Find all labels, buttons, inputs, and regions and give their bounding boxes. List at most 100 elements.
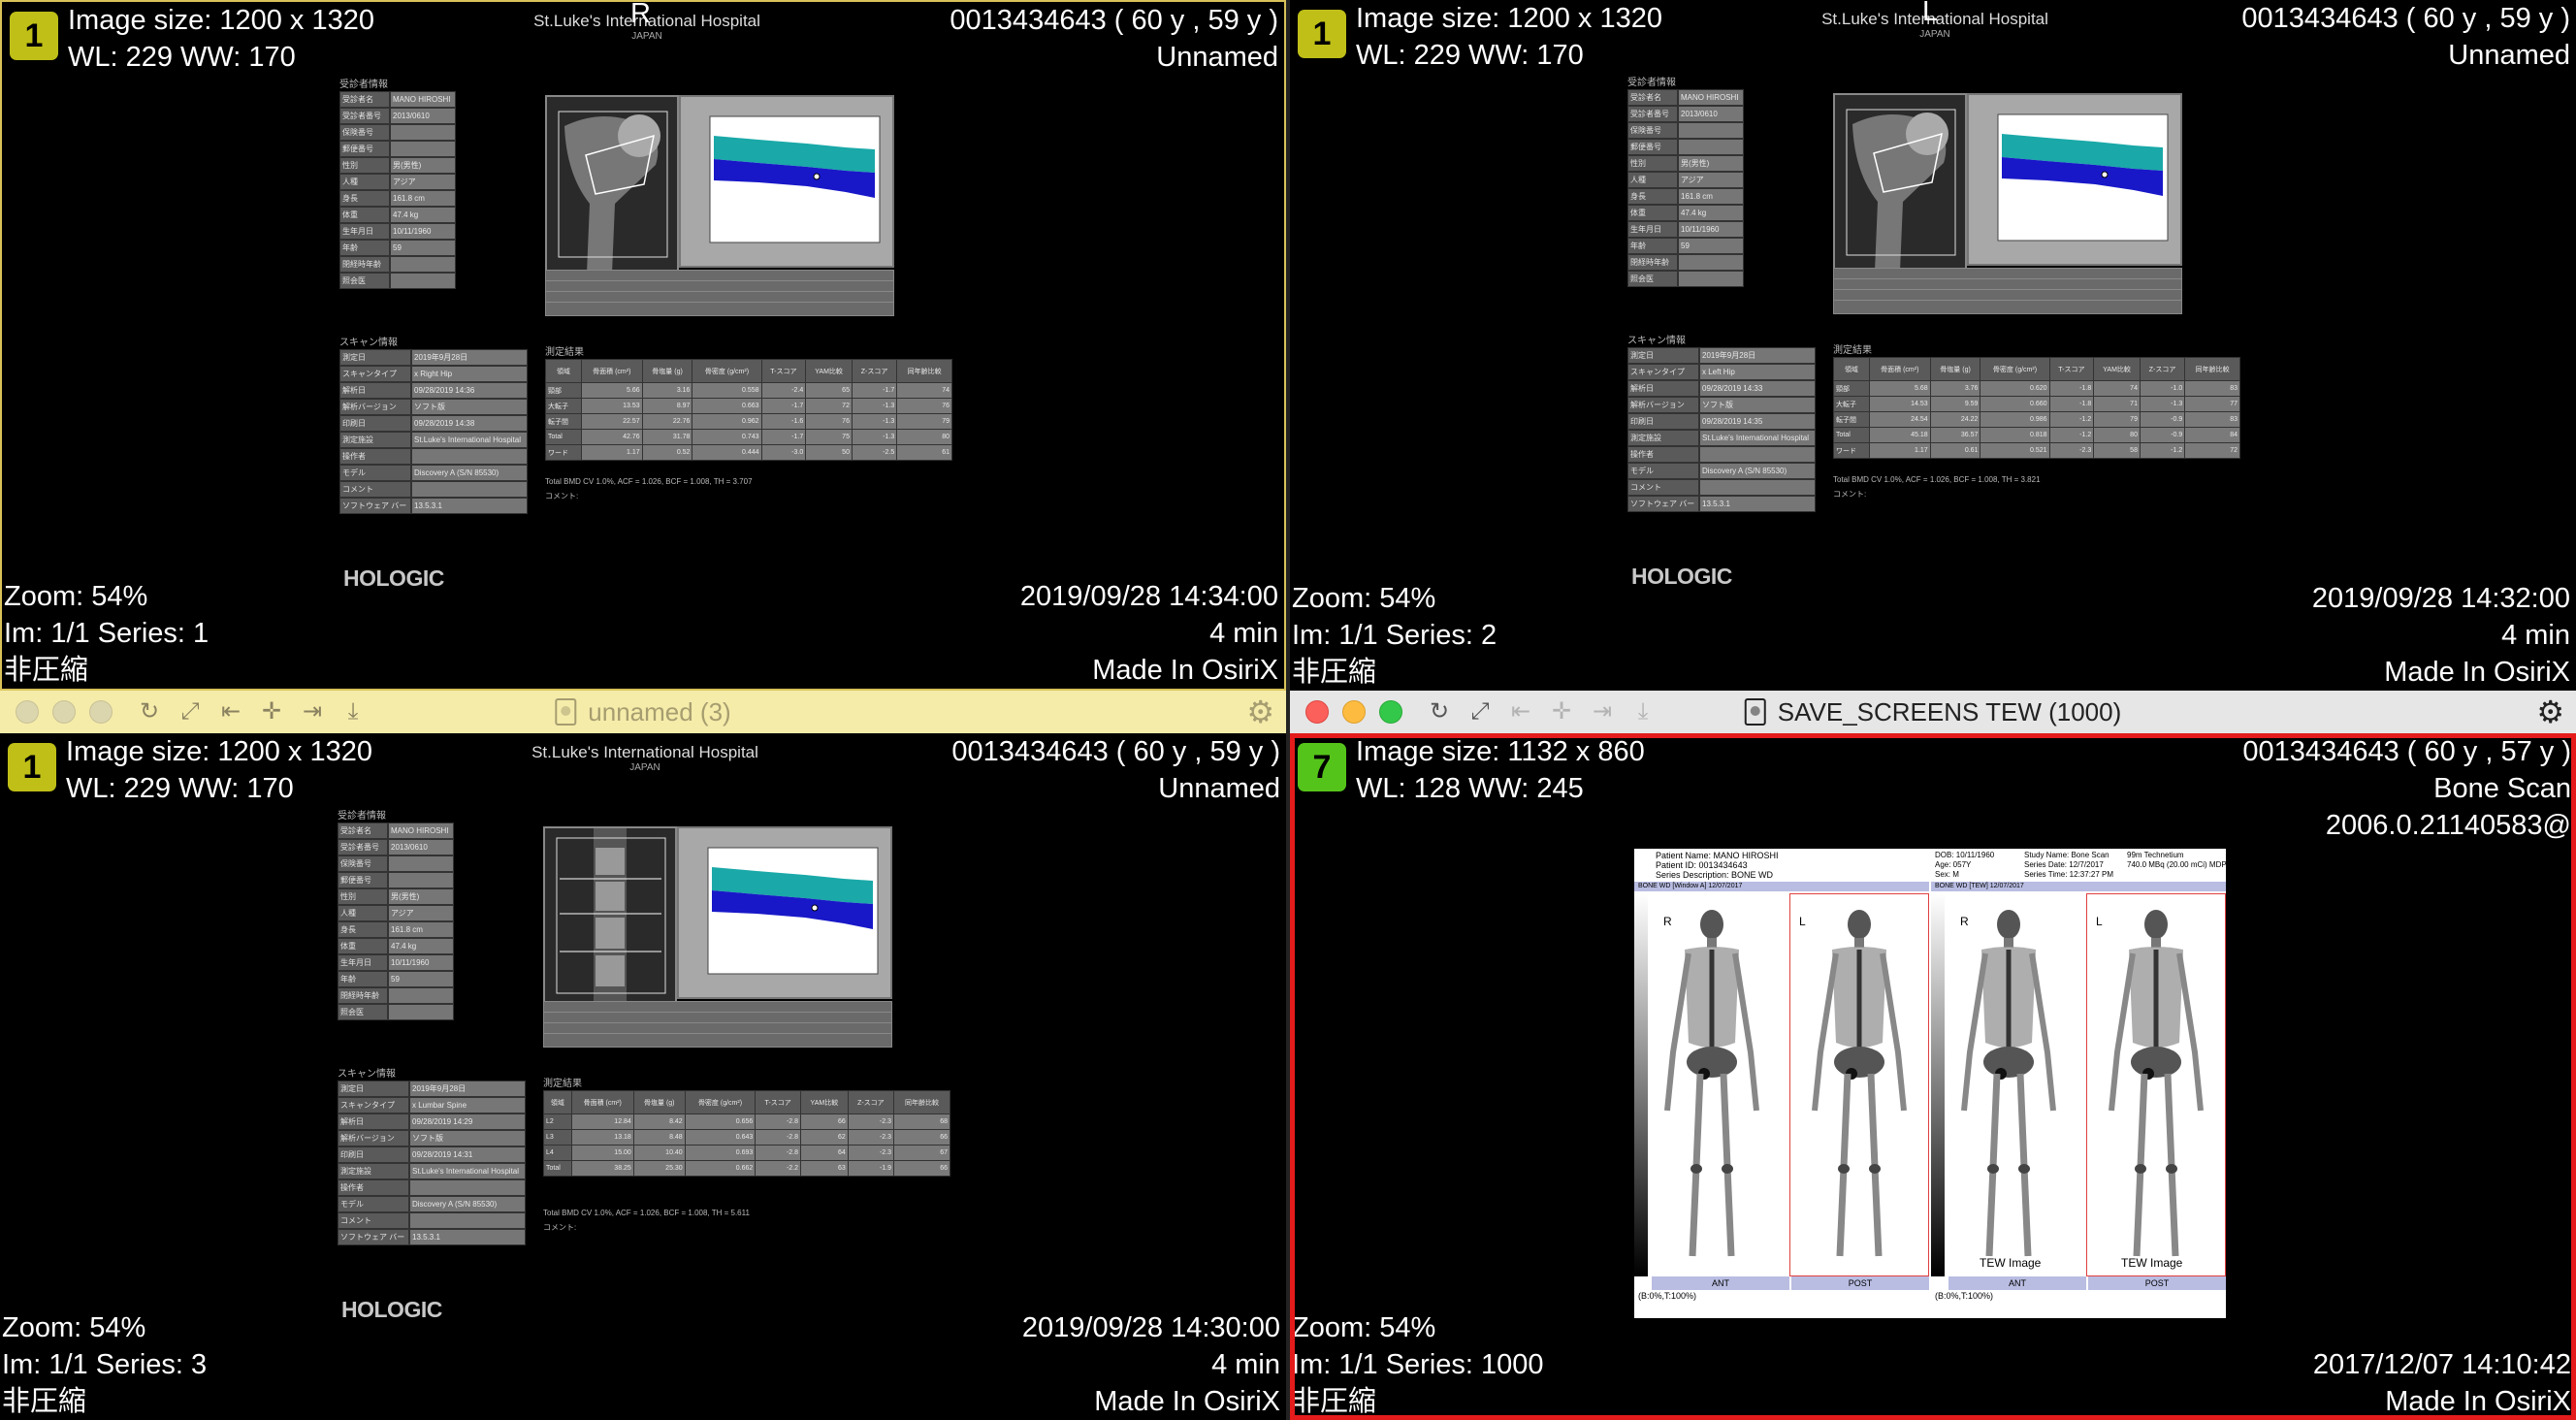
table-cell: 80 bbox=[896, 429, 952, 445]
image-size-text: Image size: 1200 x 1320 bbox=[68, 5, 374, 36]
table-cell: -2.2 bbox=[755, 1160, 801, 1177]
table-cell: 61 bbox=[896, 444, 952, 461]
scan-info-key: 解析日 bbox=[338, 1113, 409, 1130]
orientation-r: R bbox=[1663, 915, 1672, 928]
image-series-text: Im: 1/1 Series: 1 bbox=[4, 618, 209, 649]
minimize-window-button[interactable] bbox=[52, 700, 76, 724]
patient-info-row: 保険番号 bbox=[338, 855, 456, 872]
gear-icon[interactable]: ⚙ bbox=[1246, 696, 1274, 727]
table-header-cell: 骨面積 (cm²) bbox=[1868, 357, 1931, 381]
viewer-4-selected[interactable]: 7 Image size: 1132 x 860 WL: 128 WW: 245… bbox=[1290, 733, 2576, 1420]
bone-bar-window-a: BONE WD [Window A] 12/07/2017 bbox=[1634, 882, 1929, 891]
table-cell: L3 bbox=[543, 1129, 572, 1146]
hologic-logo: HOLOGIC bbox=[341, 1297, 442, 1322]
patient-info-row: 生年月日 10/11/1960 bbox=[1627, 221, 1746, 238]
made-in-osirix-text: Made In OsiriX bbox=[1092, 655, 1278, 686]
crosshair-icon[interactable]: ✛ bbox=[258, 698, 285, 726]
patient-info-row: 閉経時年齢 bbox=[1627, 254, 1746, 271]
patient-section-label: 受診者情報 bbox=[1627, 78, 1676, 88]
image-series-text: Im: 1/1 Series: 3 bbox=[2, 1349, 208, 1380]
dicom-document-icon bbox=[555, 698, 577, 726]
table-cell: 50 bbox=[805, 444, 853, 461]
patient-info-row: 人種 アジア bbox=[338, 905, 456, 921]
stack-icon[interactable]: ⤓ bbox=[339, 698, 367, 726]
bmd-results-table: 領域 骨面積 (cm²) 骨塩量 (g) 骨密度 (g/cm²) T-スコア YAM比較 Z… bbox=[543, 1090, 951, 1177]
reset-icon[interactable]: ↻ bbox=[1426, 698, 1453, 726]
reset-icon[interactable]: ↻ bbox=[136, 698, 163, 726]
scan-info-key: 測定施設 bbox=[339, 432, 411, 448]
fullscreen-icon[interactable]: ⤢ bbox=[1466, 698, 1494, 726]
scan-info-key: 印刷日 bbox=[1627, 413, 1699, 430]
minimize-window-button[interactable] bbox=[1342, 700, 1366, 724]
table-cell: 14.53 bbox=[1868, 396, 1931, 412]
hospital-country: JAPAN bbox=[1919, 29, 1950, 40]
table-cell: 0.693 bbox=[684, 1145, 757, 1161]
last-image-icon[interactable]: ⇥ bbox=[1589, 698, 1616, 726]
patient-info-value: 47.4 kg bbox=[1678, 205, 1744, 221]
viewer-window-titlebar-inactive[interactable]: ↻ ⤢ ⇤ ✛ ⇥ ⤓ unnamed (3) ⚙ bbox=[0, 691, 1286, 733]
patient-info-value: MANO HIROSHI bbox=[390, 91, 456, 108]
patient-info-row: 受診者番号 2013/0610 bbox=[1627, 106, 1746, 122]
zoom-text: Zoom: 54% bbox=[1292, 1312, 1436, 1343]
viewer-window-titlebar-active[interactable]: ↻ ⤢ ⇤ ✛ ⇥ ⤓ SAVE_SCREENS TEW (1000) ⚙ bbox=[1290, 691, 2576, 733]
study-date-text: 2019/09/28 14:34:00 bbox=[1019, 581, 1278, 612]
dicom-document-icon bbox=[1744, 698, 1766, 726]
compression-text: 非圧縮 bbox=[4, 655, 89, 686]
last-image-icon[interactable]: ⇥ bbox=[299, 698, 326, 726]
gear-icon[interactable]: ⚙ bbox=[2536, 696, 2564, 727]
scan-info-value: ソフト版 bbox=[409, 1130, 526, 1146]
scan-info-key: 測定日 bbox=[339, 349, 411, 366]
table-cell: ワード bbox=[545, 444, 582, 461]
close-window-button[interactable] bbox=[1305, 700, 1329, 724]
first-image-icon[interactable]: ⇤ bbox=[217, 698, 244, 726]
patient-info-value: 161.8 cm bbox=[388, 921, 454, 938]
window-title: unnamed (3) bbox=[588, 696, 731, 726]
table-cell: 転子間 bbox=[545, 413, 582, 430]
scan-info-row: スキャンタイプ x Right Hip bbox=[339, 366, 530, 382]
table-cell: 0.521 bbox=[1980, 442, 2050, 459]
patient-info-row: 生年月日 10/11/1960 bbox=[338, 954, 456, 971]
table-cell: Total bbox=[545, 429, 582, 445]
patient-info-table: 受診者名 MANO HIROSHI 受診者番号 2013/0610 保険番号 郵便番号 性別… bbox=[339, 91, 458, 289]
overlay-top-right: 0013434643 ( 60 y , 59 y ) Unnamed bbox=[2241, 0, 2570, 74]
close-window-button[interactable] bbox=[16, 700, 39, 724]
orientation-label-right: R bbox=[630, 0, 651, 29]
patient-info-key: 年齢 bbox=[338, 971, 388, 987]
patient-id-age: 0013434643 ( 60 y , 59 y ) bbox=[951, 736, 1280, 767]
viewer-3[interactable]: 1 Image size: 1200 x 1320 WL: 229 WW: 17… bbox=[0, 733, 1286, 1420]
patient-info-key: 照会医 bbox=[338, 1004, 388, 1020]
patient-info-value: 2013/0610 bbox=[1678, 106, 1744, 122]
bone-patient-id: Patient ID: 0013434643 bbox=[1656, 860, 1748, 870]
table-header-cell: 骨塩量 (g) bbox=[1929, 357, 1981, 381]
scan-info-table: 測定日 2019年9月28日 スキャンタイプ x Lumbar Spine 解析日 09/… bbox=[338, 1081, 528, 1245]
fullscreen-icon[interactable]: ⤢ bbox=[177, 698, 204, 726]
patient-info-row: 閉経時年齢 bbox=[338, 987, 456, 1004]
results-label: 測定結果 bbox=[543, 1079, 582, 1089]
stack-icon[interactable]: ⤓ bbox=[1629, 698, 1657, 726]
scan-info-value: Discovery A (S/N 85530) bbox=[411, 465, 528, 481]
patient-info-key: 受診者番号 bbox=[1627, 106, 1678, 122]
bone-dose: 740.0 MBq (20.00 mCi) MDP bbox=[2127, 860, 2227, 869]
bmd-results-table: 領域 骨面積 (cm²) 骨塩量 (g) 骨密度 (g/cm²) T-スコア YAM比較 Z… bbox=[1833, 357, 2240, 459]
scan-info-key: 測定施設 bbox=[1627, 430, 1699, 446]
study-date-text: 2017/12/07 14:10:42 bbox=[2312, 1349, 2571, 1380]
table-row: ワード 1.17 0.52 0.444 -3.0 50 -2.5 61 bbox=[545, 444, 952, 461]
zoom-window-button[interactable] bbox=[1379, 700, 1402, 724]
post-label: POST bbox=[1791, 1276, 1929, 1290]
patient-info-row: 受診者名 MANO HIROSHI bbox=[339, 91, 458, 108]
viewer-2[interactable]: 1 L Image size: 1200 x 1320 WL: 229 WW: … bbox=[1290, 0, 2576, 691]
first-image-icon[interactable]: ⇤ bbox=[1507, 698, 1534, 726]
scan-info-value: 13.5.3.1 bbox=[1699, 496, 1816, 512]
table-cell: 45.18 bbox=[1868, 427, 1931, 443]
scan-info-table: 測定日 2019年9月28日 スキャンタイプ x Left Hip 解析日 09/28/2… bbox=[1627, 347, 1818, 512]
scan-info-row: 測定施設 St.Luke's International Hospital bbox=[1627, 430, 1818, 446]
scan-info-row: モデル Discovery A (S/N 85530) bbox=[339, 465, 530, 481]
bmd-results-table: 領域 骨面積 (cm²) 骨塩量 (g) 骨密度 (g/cm²) T-スコア YAM比較 Z… bbox=[545, 359, 952, 461]
zoom-window-button[interactable] bbox=[89, 700, 113, 724]
viewer-1[interactable]: 1 R Image size: 1200 x 1320 WL: 229 WW: … bbox=[0, 0, 1286, 691]
patient-info-key: 生年月日 bbox=[339, 223, 390, 240]
table-cell: -2.3 bbox=[847, 1145, 894, 1161]
reference-legend-strip bbox=[1833, 268, 2182, 314]
crosshair-icon[interactable]: ✛ bbox=[1548, 698, 1575, 726]
scan-info-value bbox=[411, 481, 528, 498]
